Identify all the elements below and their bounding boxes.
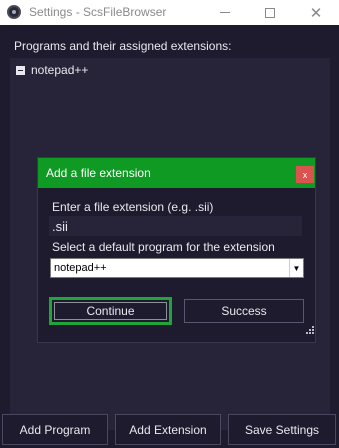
app-icon: [7, 5, 21, 19]
continue-button[interactable]: Continue: [49, 297, 172, 325]
close-icon: ✕: [309, 4, 323, 22]
focus-ring: [54, 302, 167, 320]
add-program-button[interactable]: Add Program: [2, 414, 108, 445]
maximize-icon: [265, 7, 275, 18]
title-bar: Settings - ScsFileBrowser ✕: [0, 0, 339, 25]
add-extension-button[interactable]: Add Extension: [115, 414, 221, 445]
success-button[interactable]: Success: [184, 299, 304, 323]
minimize-button[interactable]: [202, 0, 248, 25]
close-icon: x: [302, 169, 308, 180]
extension-input[interactable]: [49, 216, 302, 236]
add-extension-dialog: Add a file extension x Enter a file exte…: [37, 157, 316, 343]
collapse-icon[interactable]: [16, 65, 25, 75]
program-select-label: Select a default program for the extensi…: [52, 240, 275, 254]
dialog-title: Add a file extension: [46, 166, 151, 180]
programs-section-label: Programs and their assigned extensions:: [14, 39, 232, 53]
resize-grip-icon[interactable]: [306, 326, 314, 334]
tree-item-notepad-plus-plus[interactable]: notepad++: [16, 63, 88, 77]
dialog-header: Add a file extension x: [38, 158, 315, 188]
extension-prompt-label: Enter a file extension (e.g. .sii): [52, 200, 214, 214]
save-settings-button[interactable]: Save Settings: [228, 414, 336, 445]
close-window-button[interactable]: ✕: [293, 0, 339, 25]
program-select-value: notepad++: [54, 262, 107, 274]
dialog-close-button[interactable]: x: [296, 166, 314, 183]
window-title: Settings - ScsFileBrowser: [29, 5, 167, 19]
tree-item-label: notepad++: [31, 63, 89, 77]
program-select[interactable]: notepad++ ▼: [50, 258, 304, 278]
minimize-icon: [220, 12, 230, 13]
maximize-button[interactable]: [247, 0, 293, 25]
chevron-down-icon[interactable]: ▼: [289, 259, 303, 277]
